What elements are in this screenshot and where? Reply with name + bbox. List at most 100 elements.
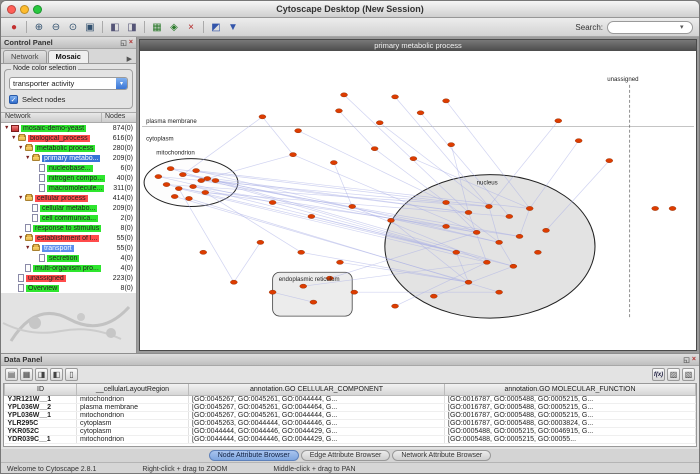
table-row[interactable]: YKR052Ccytoplasm[GO:0044444, GO:0044446,… bbox=[5, 427, 696, 435]
export-table-icon[interactable]: ▧ bbox=[682, 368, 695, 381]
node[interactable] bbox=[465, 280, 472, 284]
node[interactable] bbox=[417, 111, 424, 115]
cell[interactable]: [GO:0016787, GO:0005488, GO:0003824, G..… bbox=[445, 419, 696, 427]
disclosure-triangle-icon[interactable]: ▼ bbox=[18, 195, 25, 201]
tree-row[interactable]: unassigned223(0) bbox=[1, 273, 136, 283]
cell[interactable]: YPL036W__1 bbox=[5, 411, 77, 419]
node[interactable] bbox=[387, 218, 394, 222]
node[interactable] bbox=[575, 139, 582, 143]
disclosure-triangle-icon[interactable]: ▼ bbox=[18, 235, 25, 241]
node[interactable] bbox=[555, 119, 562, 123]
search-field[interactable]: ▾ bbox=[607, 21, 693, 34]
filter-icon[interactable]: ▼ bbox=[226, 20, 240, 34]
cell[interactable]: cytoplasm bbox=[77, 419, 189, 427]
tree-header-nodes[interactable]: Nodes bbox=[102, 113, 136, 122]
new-network-icon[interactable]: ◈ bbox=[167, 20, 181, 34]
node[interactable] bbox=[336, 260, 343, 264]
cell[interactable]: [GO:0005488, GO:0005215, GO:00055... bbox=[445, 435, 696, 443]
node[interactable] bbox=[483, 260, 490, 264]
node[interactable] bbox=[202, 190, 209, 194]
delete-attribute-icon[interactable]: ◧ bbox=[50, 368, 63, 381]
zoom-window-button[interactable] bbox=[33, 5, 42, 14]
new-attribute-icon[interactable]: ◨ bbox=[35, 368, 48, 381]
node[interactable] bbox=[453, 250, 460, 254]
overview-network-icon[interactable]: ▦ bbox=[150, 20, 164, 34]
node[interactable] bbox=[198, 178, 205, 182]
print-icon[interactable]: ▤ bbox=[5, 368, 18, 381]
node[interactable] bbox=[212, 178, 219, 182]
select-nodes-checkbox[interactable]: ✓ bbox=[9, 95, 18, 104]
node[interactable] bbox=[300, 284, 307, 288]
node[interactable] bbox=[175, 186, 182, 190]
tab-node-attribute-browser[interactable]: Node Attribute Browser bbox=[209, 450, 299, 461]
cell[interactable]: [GO:0045263, GO:0044444, GO:0044446, G..… bbox=[189, 419, 445, 427]
node[interactable] bbox=[269, 290, 276, 294]
node[interactable] bbox=[171, 194, 178, 198]
close-window-button[interactable] bbox=[7, 5, 16, 14]
vizmapper-icon[interactable]: ◩ bbox=[209, 20, 223, 34]
column-header[interactable]: __cellularLayoutRegion bbox=[77, 384, 189, 395]
network-graph[interactable]: plasma membranecytoplasmmitochondrionnuc… bbox=[140, 51, 696, 350]
cell[interactable]: [GO:0005488, GO:0005215, GO:0046915, G..… bbox=[445, 427, 696, 435]
node[interactable] bbox=[506, 214, 513, 218]
close-panel-icon[interactable]: × bbox=[129, 39, 133, 47]
destroy-network-icon[interactable]: × bbox=[184, 20, 198, 34]
disclosure-triangle-icon[interactable]: ▼ bbox=[18, 145, 25, 151]
node[interactable] bbox=[298, 250, 305, 254]
cell[interactable]: plasma membrane bbox=[77, 403, 189, 411]
node[interactable] bbox=[465, 210, 472, 214]
node[interactable] bbox=[200, 250, 207, 254]
select-attributes-icon[interactable]: ▦ bbox=[20, 368, 33, 381]
cell[interactable]: mitochondrion bbox=[77, 395, 189, 403]
cell[interactable]: [GO:0044444, GO:0044446, GO:0044429, G..… bbox=[189, 427, 445, 435]
cell[interactable]: [GO:0016787, GO:0005488, GO:0005215, G..… bbox=[445, 403, 696, 411]
node[interactable] bbox=[485, 204, 492, 208]
cell[interactable]: mitochondrion bbox=[77, 411, 189, 419]
formula-builder-icon[interactable]: f(x) bbox=[652, 368, 665, 381]
node[interactable] bbox=[193, 169, 200, 173]
zoom-selected-icon[interactable]: ⊙ bbox=[66, 20, 80, 34]
node[interactable] bbox=[349, 204, 356, 208]
node-color-dropdown[interactable]: transporter activity ▾ bbox=[9, 77, 128, 90]
node[interactable] bbox=[310, 300, 317, 304]
column-header[interactable]: ID bbox=[5, 384, 77, 395]
tab-edge-attribute-browser[interactable]: Edge Attribute Browser bbox=[301, 450, 391, 461]
float-panel-icon[interactable]: ◱ bbox=[683, 356, 690, 364]
node[interactable] bbox=[376, 121, 383, 125]
node[interactable] bbox=[179, 172, 186, 176]
node[interactable] bbox=[534, 250, 541, 254]
tree-row[interactable]: ▼primary metabo...209(0) bbox=[1, 153, 136, 163]
tree-row[interactable]: ▼transport55(0) bbox=[1, 243, 136, 253]
node[interactable] bbox=[606, 159, 613, 163]
tree-row[interactable]: nitrogen compo...40(0) bbox=[1, 173, 136, 183]
network-canvas[interactable]: plasma membranecytoplasmmitochondrionnuc… bbox=[140, 51, 696, 350]
node[interactable] bbox=[652, 206, 659, 210]
tree-row[interactable]: cellular metabo...209(0) bbox=[1, 203, 136, 213]
node[interactable] bbox=[496, 290, 503, 294]
node[interactable] bbox=[516, 234, 523, 238]
tab-network[interactable]: Network bbox=[3, 50, 47, 63]
cell[interactable]: YLR295C bbox=[5, 419, 77, 427]
node[interactable] bbox=[269, 200, 276, 204]
disclosure-triangle-icon[interactable]: ▼ bbox=[25, 245, 32, 251]
tree-row[interactable]: ▼biological_process616(0) bbox=[1, 133, 136, 143]
column-header[interactable]: annotation.GO MOLECULAR_FUNCTION bbox=[445, 384, 696, 395]
node[interactable] bbox=[392, 304, 399, 308]
node[interactable] bbox=[371, 147, 378, 151]
cell[interactable]: cytoplasm bbox=[77, 427, 189, 435]
table-row[interactable]: YLR295Ccytoplasm[GO:0045263, GO:0044444,… bbox=[5, 419, 696, 427]
table-row[interactable]: YDR039C__1mitochondrion[GO:0044444, GO:0… bbox=[5, 435, 696, 443]
tree-row[interactable]: macromolecule...311(0) bbox=[1, 183, 136, 193]
column-header[interactable]: annotation.GO CELLULAR_COMPONENT bbox=[189, 384, 445, 395]
tab-overflow-arrow[interactable]: ▶ bbox=[127, 55, 134, 63]
tree-row[interactable]: cell communica...2(0) bbox=[1, 213, 136, 223]
hide-selected-icon[interactable]: ◧ bbox=[108, 20, 122, 34]
tree-row[interactable]: multi-organism pro...4(0) bbox=[1, 263, 136, 273]
tree-row[interactable]: Overview8(0) bbox=[1, 283, 136, 293]
node[interactable] bbox=[473, 230, 480, 234]
import-table-icon[interactable]: ▨ bbox=[667, 368, 680, 381]
float-panel-icon[interactable]: ◱ bbox=[120, 39, 127, 47]
zoom-fit-icon[interactable]: ▣ bbox=[83, 20, 97, 34]
search-input[interactable] bbox=[614, 23, 680, 32]
node[interactable] bbox=[295, 129, 302, 133]
